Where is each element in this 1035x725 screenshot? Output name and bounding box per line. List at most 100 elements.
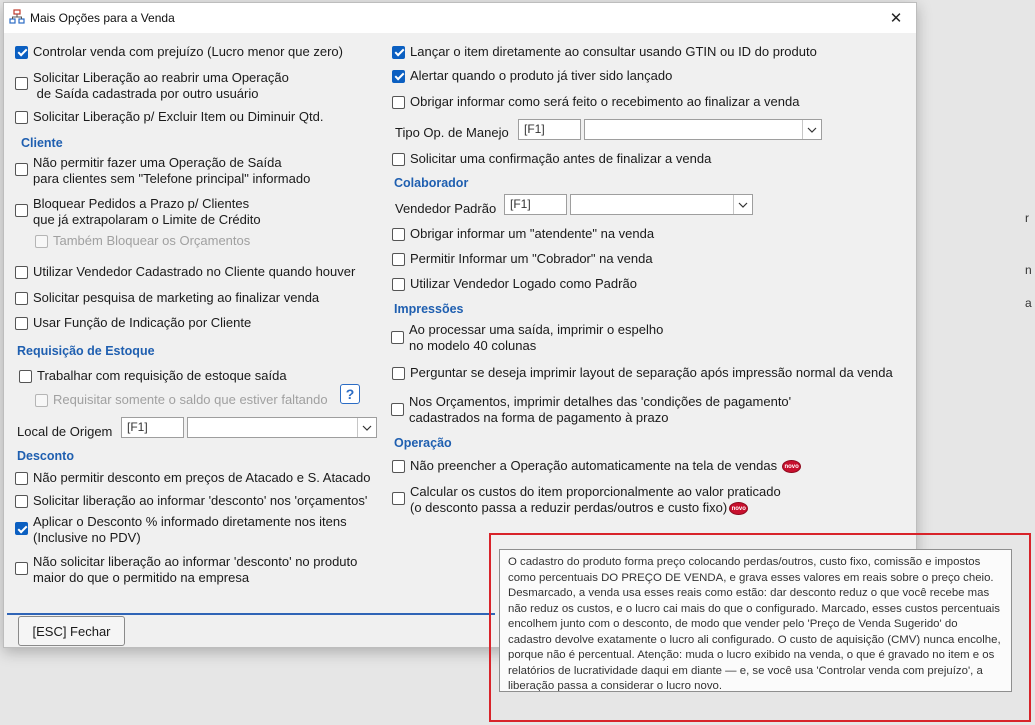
nao-solicitar-desconto-option[interactable]: Não solicitar liberação ao informar 'des…	[15, 554, 357, 586]
cobrador-option[interactable]: Permitir Informar um "Cobrador" na venda	[392, 251, 653, 267]
aplicar-desconto-label: Aplicar o Desconto % informado diretamen…	[33, 514, 347, 545]
confirmacao-option[interactable]: Solicitar uma confirmação antes de final…	[392, 151, 711, 167]
calcular-custos-checkbox[interactable]	[392, 492, 405, 505]
atendente-checkbox[interactable]	[392, 227, 405, 241]
obrigar-recebimento-checkbox[interactable]	[392, 95, 405, 109]
calcular-custos-label: Calcular os custos do item proporcionalm…	[410, 484, 781, 516]
bloquear-prazo-option[interactable]: Bloquear Pedidos a Prazo p/ Clientes que …	[15, 196, 261, 228]
desconto-orcamentos-option[interactable]: Solicitar liberação ao informar 'descont…	[15, 493, 367, 509]
desconto-atacado-option[interactable]: Não permitir desconto em preços de Ataca…	[15, 470, 370, 486]
liberacao-excluir-label: Solicitar Liberação p/ Excluir Item ou D…	[33, 109, 324, 124]
indicacao-label: Usar Função de Indicação por Cliente	[33, 315, 252, 330]
confirmacao-checkbox[interactable]	[392, 152, 405, 166]
help-button[interactable]: ?	[340, 384, 360, 404]
trabalhar-requisicao-option[interactable]: Trabalhar com requisição de estoque saíd…	[19, 368, 287, 384]
desconto-orcamentos-label: Solicitar liberação ao informar 'descont…	[33, 493, 368, 508]
chevron-down-icon[interactable]	[802, 120, 821, 139]
requisitar-saldo-option[interactable]: Requisitar somente o saldo que estiver f…	[35, 392, 328, 408]
colaborador-section-title: Colaborador	[394, 176, 469, 190]
operacao-section-title: Operação	[394, 436, 452, 450]
controlar-prejuizo-checkbox[interactable]	[15, 45, 28, 59]
controlar-prejuizo-option[interactable]: Controlar venda com prejuízo (Lucro meno…	[15, 44, 343, 60]
confirmacao-label: Solicitar uma confirmação antes de final…	[410, 151, 712, 166]
imprimir-condicoes-checkbox[interactable]	[391, 403, 404, 416]
liberacao-reabrir-checkbox[interactable]	[15, 77, 28, 90]
new-badge-icon: novo	[729, 502, 749, 516]
vendedor-logado-checkbox[interactable]	[392, 277, 405, 291]
bloquear-prazo-checkbox[interactable]	[15, 204, 28, 217]
requisitar-saldo-label: Requisitar somente o saldo que estiver f…	[53, 392, 328, 407]
nao-preencher-option[interactable]: Não preencher a Operação automaticamente…	[392, 458, 802, 474]
vendedor-logado-label: Utilizar Vendedor Logado como Padrão	[410, 276, 637, 291]
vendedor-code-input[interactable]: [F1]	[504, 194, 567, 215]
tipo-op-select[interactable]	[584, 119, 822, 140]
bloquear-orcamentos-option[interactable]: Também Bloquear os Orçamentos	[35, 233, 250, 249]
aplicar-desconto-option[interactable]: Aplicar o Desconto % informado diretamen…	[15, 514, 347, 546]
tipo-op-label: Tipo Op. de Manejo	[395, 125, 509, 140]
highlight-annotation	[489, 533, 1031, 722]
obrigar-recebimento-option[interactable]: Obrigar informar como será feito o receb…	[392, 94, 799, 110]
marketing-checkbox[interactable]	[15, 291, 28, 305]
telefone-option[interactable]: Não permitir fazer uma Operação de Saída…	[15, 155, 310, 187]
vendedor-logado-option[interactable]: Utilizar Vendedor Logado como Padrão	[392, 276, 637, 292]
fechar-button[interactable]: [ESC] Fechar	[18, 616, 125, 646]
cobrador-checkbox[interactable]	[392, 252, 405, 266]
desconto-orcamentos-checkbox[interactable]	[15, 494, 28, 508]
gtin-checkbox[interactable]	[392, 45, 405, 59]
cliente-section-title: Cliente	[21, 136, 63, 150]
telefone-checkbox[interactable]	[15, 163, 28, 176]
separacao-checkbox[interactable]	[392, 366, 405, 380]
gtin-option[interactable]: Lançar o item diretamente ao consultar u…	[392, 44, 817, 60]
alertar-option[interactable]: Alertar quando o produto já tiver sido l…	[392, 68, 672, 84]
nao-preencher-checkbox[interactable]	[392, 459, 405, 473]
gtin-label: Lançar o item diretamente ao consultar u…	[410, 44, 817, 59]
impressoes-section-title: Impressões	[394, 302, 464, 316]
calcular-custos-option[interactable]: Calcular os custos do item proporcionalm…	[392, 484, 781, 516]
close-window-button[interactable]: ✕	[876, 3, 916, 33]
obrigar-recebimento-label: Obrigar informar como será feito o receb…	[410, 94, 800, 109]
telefone-label: Não permitir fazer uma Operação de Saída…	[33, 155, 311, 186]
separacao-option[interactable]: Perguntar se deseja imprimir layout de s…	[392, 365, 893, 381]
nao-preencher-label: Não preencher a Operação automaticamente…	[410, 458, 778, 473]
liberacao-excluir-option[interactable]: Solicitar Liberação p/ Excluir Item ou D…	[15, 109, 323, 125]
espelho-label: Ao processar uma saída, imprimir o espel…	[409, 322, 664, 353]
footer-divider	[7, 613, 495, 615]
bloquear-orcamentos-checkbox[interactable]	[35, 234, 48, 248]
requisicao-section-title: Requisição de Estoque	[17, 344, 155, 358]
trabalhar-requisicao-checkbox[interactable]	[19, 369, 32, 383]
local-origem-code-input[interactable]: [F1]	[121, 417, 184, 438]
desconto-atacado-checkbox[interactable]	[15, 471, 28, 485]
imprimir-condicoes-option[interactable]: Nos Orçamentos, imprimir detalhes das 'c…	[391, 394, 791, 426]
espelho-option[interactable]: Ao processar uma saída, imprimir o espel…	[391, 322, 663, 354]
vendedor-cadastrado-checkbox[interactable]	[15, 265, 28, 279]
liberacao-excluir-checkbox[interactable]	[15, 110, 28, 124]
desconto-atacado-label: Não permitir desconto em preços de Ataca…	[33, 470, 371, 485]
local-origem-select[interactable]	[187, 417, 377, 438]
indicacao-option[interactable]: Usar Função de Indicação por Cliente	[15, 315, 251, 331]
aplicar-desconto-checkbox[interactable]	[15, 522, 28, 535]
chevron-down-icon[interactable]	[357, 418, 376, 437]
atendente-option[interactable]: Obrigar informar um "atendente" na venda	[392, 226, 654, 242]
alertar-checkbox[interactable]	[392, 69, 405, 83]
window-title: Mais Opções para a Venda	[30, 11, 175, 25]
question-icon: ?	[345, 386, 355, 402]
marketing-option[interactable]: Solicitar pesquisa de marketing ao final…	[15, 290, 319, 306]
liberacao-reabrir-option[interactable]: Solicitar Liberação ao reabrir uma Opera…	[15, 70, 289, 102]
indicacao-checkbox[interactable]	[15, 316, 28, 330]
app-network-icon	[9, 9, 25, 24]
title-bar: Mais Opções para a Venda ✕	[4, 3, 916, 33]
cobrador-label: Permitir Informar um "Cobrador" na venda	[410, 251, 653, 266]
trabalhar-requisicao-label: Trabalhar com requisição de estoque saíd…	[37, 368, 287, 383]
separacao-label: Perguntar se deseja imprimir layout de s…	[410, 365, 893, 380]
espelho-checkbox[interactable]	[391, 331, 404, 344]
marketing-label: Solicitar pesquisa de marketing ao final…	[33, 290, 320, 305]
liberacao-reabrir-label: Solicitar Liberação ao reabrir uma Opera…	[33, 70, 289, 101]
vendedor-select[interactable]	[570, 194, 753, 215]
chevron-down-icon[interactable]	[733, 195, 752, 214]
vendedor-cadastrado-option[interactable]: Utilizar Vendedor Cadastrado no Cliente …	[15, 264, 355, 280]
requisitar-saldo-checkbox[interactable]	[35, 393, 48, 407]
imprimir-condicoes-label: Nos Orçamentos, imprimir detalhes das 'c…	[409, 394, 792, 425]
vendedor-cadastrado-label: Utilizar Vendedor Cadastrado no Cliente …	[33, 264, 356, 279]
nao-solicitar-desconto-checkbox[interactable]	[15, 562, 28, 575]
tipo-op-code-input[interactable]: [F1]	[518, 119, 581, 140]
